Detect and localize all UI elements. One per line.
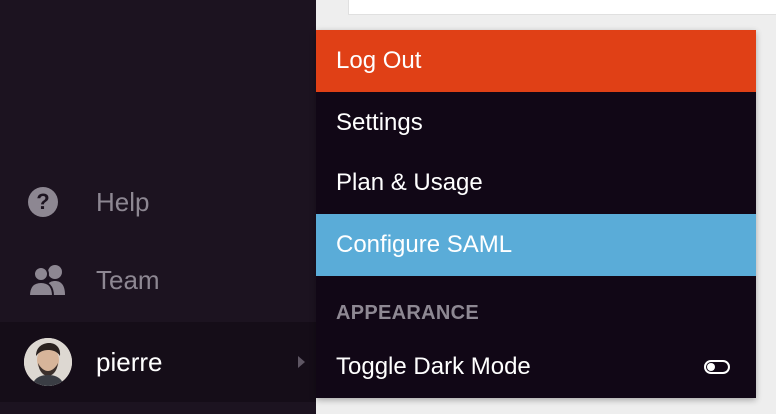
sidebar-item-label: Team <box>96 264 160 295</box>
toggle-dark-mode-menu-item[interactable]: Toggle Dark Mode <box>316 336 756 398</box>
sidebar: ? Help Team pierre <box>0 0 316 414</box>
appearance-section-header: APPEARANCE <box>336 302 480 324</box>
toggle-knob <box>707 363 715 371</box>
user-dropdown-menu: Log Out Settings Plan & Usage Configure … <box>316 30 756 398</box>
avatar <box>24 338 72 386</box>
configure-saml-menu-item[interactable]: Configure SAML <box>316 214 756 276</box>
sidebar-item-label: Help <box>96 186 150 217</box>
plan-usage-menu-item[interactable]: Plan & Usage <box>316 152 756 214</box>
content-card <box>348 0 776 15</box>
settings-menu-item[interactable]: Settings <box>316 92 756 154</box>
toggle-dark-mode-label: Toggle Dark Mode <box>336 353 531 380</box>
sidebar-item-help[interactable]: ? Help <box>0 172 316 232</box>
dark-mode-toggle[interactable] <box>704 360 730 374</box>
question-circle-icon: ? <box>28 182 68 222</box>
logout-menu-item[interactable]: Log Out <box>316 30 756 92</box>
sidebar-item-team[interactable]: Team <box>0 250 316 310</box>
user-menu-trigger[interactable]: pierre <box>0 322 316 402</box>
users-icon <box>28 260 68 300</box>
chevron-right-icon <box>298 356 305 368</box>
user-name: pierre <box>96 346 163 377</box>
